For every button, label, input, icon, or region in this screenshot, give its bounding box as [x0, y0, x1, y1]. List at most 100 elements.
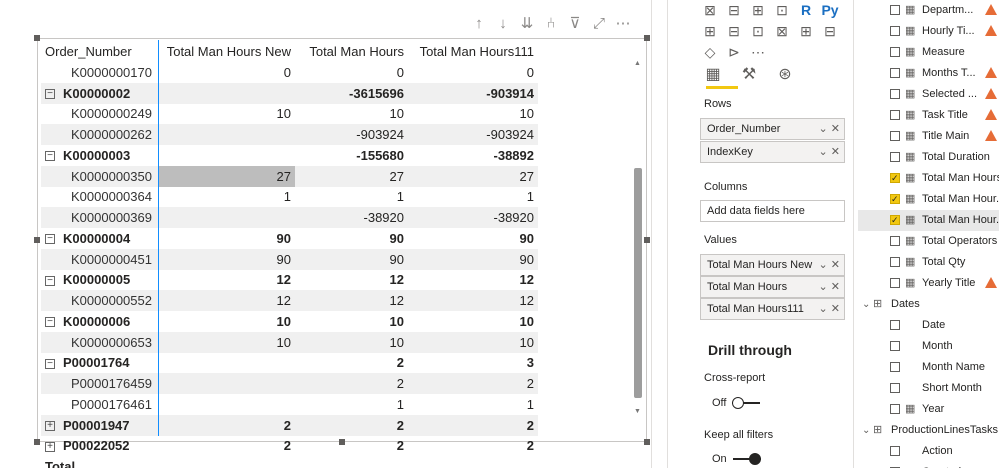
table-row[interactable]: K0000000369 -38920 -38920 — [41, 207, 538, 228]
field-checkbox[interactable] — [890, 189, 900, 210]
value-cell[interactable]: 1 — [408, 394, 538, 415]
field-item[interactable]: ▦ Year — [858, 399, 999, 420]
value-cell[interactable]: -3615696 — [295, 82, 408, 104]
shape-map-icon[interactable]: ⊟ — [818, 21, 842, 42]
value-cell[interactable]: 10 — [159, 331, 295, 353]
collapse-icon[interactable]: − — [45, 234, 55, 245]
field-checkbox[interactable] — [890, 131, 900, 141]
field-checkbox[interactable] — [890, 110, 900, 120]
value-cell[interactable]: 27 — [295, 165, 408, 187]
row-header-cell[interactable]: P0000176459 — [41, 373, 159, 394]
value-cell[interactable] — [295, 456, 408, 468]
keep-filters-toggle[interactable]: On — [712, 453, 761, 465]
collapse-icon[interactable]: − — [45, 317, 55, 328]
resize-handle[interactable] — [644, 439, 650, 445]
field-checkbox[interactable] — [890, 446, 900, 456]
field-checkbox[interactable] — [890, 383, 900, 393]
row-header-cell[interactable]: K0000000552 — [41, 290, 159, 311]
row-header-cell[interactable]: − K00000002 — [41, 82, 159, 104]
expand-icon[interactable]: + — [45, 441, 55, 452]
rows-field-order-number[interactable]: Order_Number ⌄ ✕ — [700, 118, 845, 140]
value-cell[interactable]: 1 — [295, 394, 408, 415]
field-item[interactable]: ▦ Total Duration — [858, 147, 999, 168]
value-cell[interactable]: 12 — [295, 290, 408, 311]
value-cell[interactable]: 12 — [159, 270, 295, 291]
go-to-next-level-icon[interactable]: ⇊ — [518, 14, 536, 34]
chevron-down-close-icon[interactable]: ⌄ ✕ — [819, 119, 841, 139]
value-cell[interactable]: 2 — [408, 373, 538, 394]
resize-handle[interactable] — [644, 35, 650, 41]
row-header-cell[interactable]: P0000176461 — [41, 394, 159, 415]
group-row[interactable]: − K00000003 -155680 -38892 — [41, 145, 538, 166]
value-cell[interactable]: 2 — [295, 414, 408, 436]
value-cell[interactable]: 90 — [408, 228, 538, 249]
drill-up-icon[interactable]: ↑ — [470, 14, 488, 34]
table-item-dates[interactable]: ⌄ ⊞ Dates — [858, 294, 999, 315]
value-cell[interactable]: 10 — [295, 311, 408, 332]
row-header-cell[interactable]: K0000000170 — [41, 62, 159, 83]
value-cell[interactable]: 27 — [159, 165, 295, 187]
value-cell[interactable]: -903914 — [408, 82, 538, 104]
value-cell[interactable] — [159, 373, 295, 394]
value-cell[interactable]: 3 — [408, 353, 538, 374]
expand-all-icon[interactable]: ⑃ — [542, 14, 560, 34]
field-item[interactable]: ▦ Departm... — [858, 0, 999, 21]
group-row[interactable]: + P00001947 2 2 2 — [41, 414, 538, 436]
decomposition-tree-icon[interactable]: ⊟ — [722, 21, 746, 42]
group-row[interactable]: − K00000004 90 90 90 — [41, 228, 538, 249]
value-cell[interactable]: 1 — [408, 187, 538, 208]
table-row[interactable]: P0000176459 2 2 — [41, 373, 538, 394]
scroll-down-icon[interactable]: ▼ — [634, 408, 641, 415]
column-header[interactable]: Total Man Hours New — [159, 40, 295, 62]
field-checkbox[interactable] — [890, 320, 900, 330]
value-cell[interactable]: 10 — [408, 311, 538, 332]
collapse-icon[interactable]: − — [45, 151, 55, 162]
value-cell[interactable] — [159, 82, 295, 104]
value-cell[interactable]: 1 — [159, 187, 295, 208]
value-cell[interactable]: 12 — [408, 270, 538, 291]
value-cell[interactable]: 0 — [159, 62, 295, 83]
chevron-down-close-icon[interactable]: ⌄ ✕ — [819, 277, 841, 297]
table-row[interactable]: P0000176461 1 1 — [41, 394, 538, 415]
resize-handle[interactable] — [34, 35, 40, 41]
qa-icon[interactable]: ⊡ — [746, 21, 770, 42]
values-field[interactable]: Total Man Hours New ⌄ ✕ — [700, 254, 845, 276]
value-cell[interactable]: 90 — [408, 248, 538, 270]
value-cell[interactable]: 12 — [159, 290, 295, 311]
value-cell[interactable]: 10 — [408, 104, 538, 125]
resize-handle[interactable] — [34, 237, 40, 243]
matrix-icon[interactable]: ⊡ — [770, 0, 794, 21]
chevron-down-icon[interactable]: ⌄ — [862, 294, 870, 315]
row-header-cell[interactable]: + P00022052 — [41, 436, 159, 457]
slicer-icon[interactable]: ⊟ — [722, 0, 746, 21]
value-cell[interactable]: -155680 — [295, 145, 408, 166]
scrollbar-thumb[interactable] — [634, 168, 642, 398]
table-row[interactable]: K0000000653 10 10 10 — [41, 331, 538, 353]
python-visual-icon[interactable]: Py — [818, 0, 842, 21]
values-field[interactable]: Total Man Hours ⌄ ✕ — [700, 276, 845, 298]
value-cell[interactable]: -903924 — [408, 124, 538, 145]
field-item[interactable]: Created — [858, 462, 999, 468]
field-checkbox[interactable] — [890, 210, 900, 231]
key-influencers-icon[interactable]: ⊞ — [698, 21, 722, 42]
value-cell[interactable] — [159, 124, 295, 145]
field-item[interactable]: ▦ Title Main — [858, 126, 999, 147]
field-item[interactable]: ▦ Months T... — [858, 63, 999, 84]
value-cell[interactable] — [159, 207, 295, 228]
table-row[interactable]: K0000000364 1 1 1 — [41, 187, 538, 208]
more-visuals-icon[interactable]: ⋯ — [746, 42, 770, 63]
row-header-cell[interactable]: K0000000369 — [41, 207, 159, 228]
row-header-cell[interactable]: K0000000249 — [41, 104, 159, 125]
value-cell[interactable]: 10 — [159, 104, 295, 125]
value-cell[interactable]: 27 — [408, 165, 538, 187]
scroll-up-icon[interactable]: ▲ — [634, 60, 641, 67]
value-cell[interactable]: 90 — [295, 228, 408, 249]
row-header-cell[interactable]: K0000000350 — [41, 165, 159, 187]
group-row[interactable]: − K00000002 -3615696 -903914 — [41, 82, 538, 104]
value-cell[interactable]: 2 — [159, 414, 295, 436]
field-item[interactable]: Date — [858, 315, 999, 336]
value-cell[interactable]: 10 — [295, 104, 408, 125]
value-cell[interactable]: 12 — [408, 290, 538, 311]
field-checkbox[interactable] — [890, 236, 900, 246]
column-header[interactable]: Total Man Hours — [295, 40, 408, 62]
